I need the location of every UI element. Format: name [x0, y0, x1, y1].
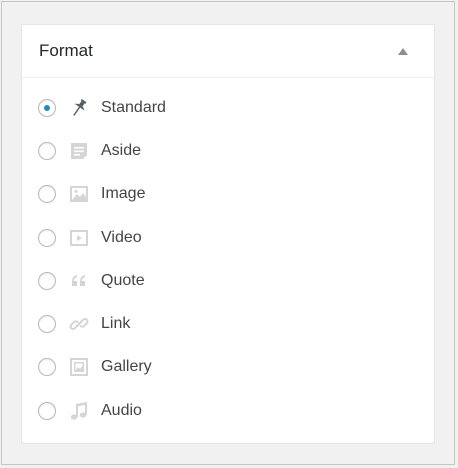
metabox-title: Format	[39, 41, 93, 60]
radio-quote[interactable]	[38, 271, 56, 290]
format-label: Audio	[101, 401, 142, 419]
format-label: Quote	[101, 271, 145, 289]
format-option-audio[interactable]: Audio	[22, 389, 434, 432]
format-label: Image	[101, 185, 146, 203]
format-option-link[interactable]: Link	[22, 302, 434, 345]
format-label: Standard	[101, 98, 166, 116]
aside-icon	[68, 140, 90, 162]
format-label: Video	[101, 228, 142, 246]
format-option-quote[interactable]: Quote	[22, 259, 434, 302]
screenshot-frame: Format Standard Aside Image Video Quote …	[1, 1, 455, 465]
radio-standard[interactable]	[38, 98, 56, 117]
format-label: Link	[101, 315, 131, 333]
audio-icon	[68, 400, 90, 422]
format-option-gallery[interactable]: Gallery	[22, 346, 434, 389]
image-icon	[68, 183, 90, 205]
radio-audio[interactable]	[38, 401, 56, 420]
format-option-video[interactable]: Video	[22, 216, 434, 259]
collapse-toggle-icon[interactable]	[398, 47, 408, 55]
format-radio-list: Standard Aside Image Video Quote Link Ga…	[22, 78, 434, 432]
radio-image[interactable]	[38, 185, 56, 204]
radio-aside[interactable]	[38, 141, 56, 160]
radio-link[interactable]	[38, 315, 56, 334]
format-option-aside[interactable]: Aside	[22, 129, 434, 172]
gallery-icon	[68, 356, 90, 378]
format-metabox: Format Standard Aside Image Video Quote …	[21, 24, 435, 444]
format-option-image[interactable]: Image	[22, 173, 434, 216]
format-label: Aside	[101, 141, 142, 159]
link-icon	[68, 313, 90, 335]
format-label: Gallery	[101, 358, 152, 376]
radio-video[interactable]	[38, 228, 56, 247]
metabox-header[interactable]: Format	[22, 25, 434, 78]
video-icon	[68, 227, 90, 249]
format-option-standard[interactable]: Standard	[22, 86, 434, 129]
quote-icon	[68, 270, 90, 292]
pushpin-icon	[68, 97, 90, 119]
radio-gallery[interactable]	[38, 358, 56, 377]
